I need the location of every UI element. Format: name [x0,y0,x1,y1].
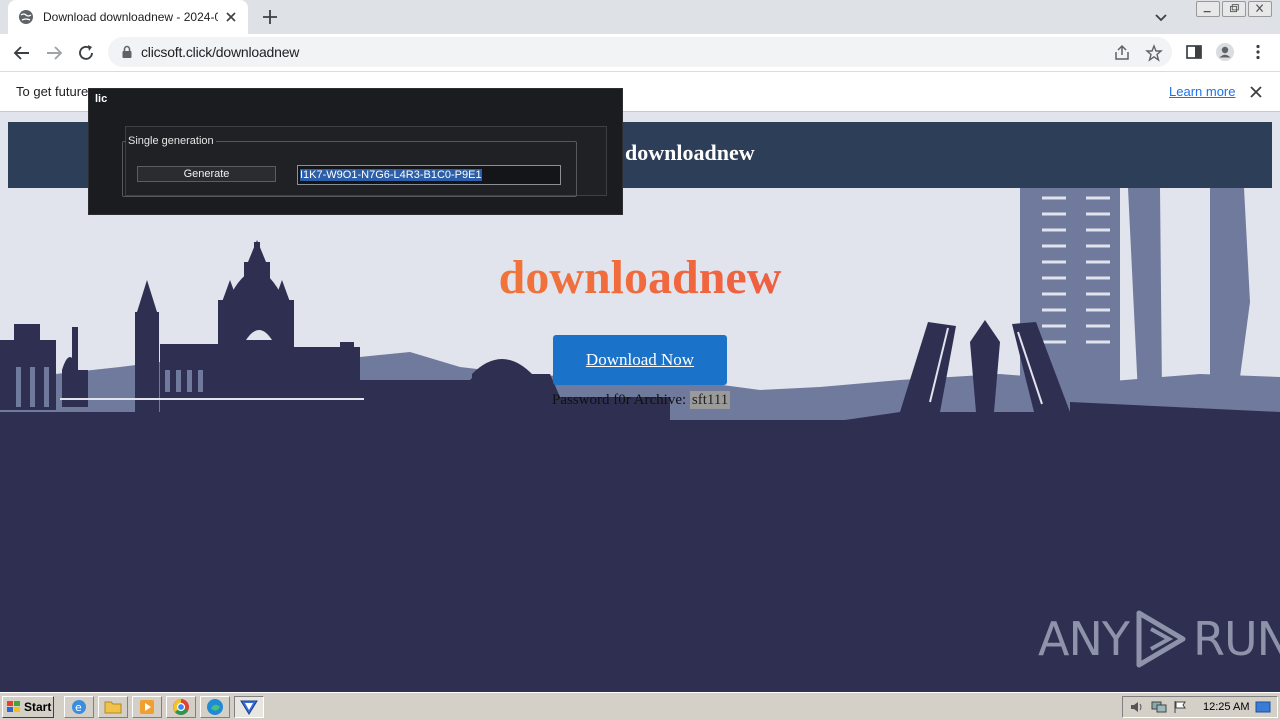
edge-icon [207,699,223,715]
taskbar-explorer[interactable] [98,696,128,718]
browser-tab[interactable]: Download downloadnew - 2024-01- [8,0,248,34]
generate-button[interactable]: Generate [137,166,276,182]
address-bar[interactable]: clicsoft.click/downloadnew [108,37,1172,67]
internet-explorer-icon: e [72,700,86,714]
media-player-icon [140,700,154,714]
info-bar-message: To get future [16,84,89,99]
window-controls [1196,1,1272,17]
profile-avatar-icon[interactable] [1215,42,1235,62]
globe-icon [19,10,33,24]
archive-password: Password f0r Archive: sft111 [552,391,731,409]
page-headline: downloadnew [0,250,1280,305]
taskbar: Start e 12:25 AM [0,692,1280,720]
group-label: Single generation [126,135,216,147]
site-name: downloadnew [625,140,755,165]
system-tray: 12:25 AM [1122,696,1278,718]
taskbar-chrome[interactable] [166,696,196,718]
volume-icon[interactable] [1129,700,1145,714]
chevron-down-icon[interactable] [1152,8,1170,26]
close-window-button[interactable] [1248,1,1272,17]
license-key-text: I1K7-W9O1-N7G6-L4R3-B1C0-P9E1 [300,169,482,181]
kebab-menu-icon[interactable] [1248,42,1268,62]
browser-toolbar: clicsoft.click/downloadnew [0,34,1280,71]
password-value[interactable]: sft111 [689,391,731,409]
headline-text: downloadnew [498,251,782,304]
tab-strip: Download downloadnew - 2024-01- [0,0,1280,34]
restore-button[interactable] [1222,1,1246,17]
watermark-left-text: ANY [1038,612,1130,666]
tab-title: Download downloadnew - 2024-01- [43,10,218,24]
reload-icon[interactable] [75,42,97,64]
start-label: Start [24,700,52,714]
play-logo-icon [1136,610,1186,668]
lock-icon[interactable] [120,45,134,59]
license-generator-window[interactable]: lic Single generation Generate I1K7-W9O1… [88,88,623,215]
url-text: clicsoft.click/downloadnew [141,44,300,60]
chrome-icon [173,699,189,715]
folder-icon [104,701,122,714]
svg-text:e: e [75,701,82,714]
learn-more-link[interactable]: Learn more [1169,84,1235,99]
close-icon[interactable] [1248,84,1264,100]
side-panel-icon[interactable] [1184,42,1204,62]
clock: 12:25 AM [1203,701,1250,713]
network-icon[interactable] [1151,700,1167,714]
taskbar-ie[interactable]: e [64,696,94,718]
bookmark-star-icon[interactable] [1145,44,1163,62]
flag-icon[interactable] [1173,700,1187,714]
windows-logo-icon [7,701,20,712]
show-desktop-icon[interactable] [1255,700,1271,714]
minimize-button[interactable] [1196,1,1220,17]
taskbar-edge[interactable] [200,696,230,718]
start-button[interactable]: Start [2,696,54,718]
watermark-right-text: RUN [1192,612,1280,666]
license-key-field[interactable]: I1K7-W9O1-N7G6-L4R3-B1C0-P9E1 [297,165,561,185]
download-now-button[interactable]: Download Now [553,335,727,385]
popup-title: lic [95,93,108,105]
back-icon[interactable] [11,42,33,64]
share-icon[interactable] [1113,44,1131,62]
new-tab-icon[interactable] [260,7,280,27]
triangle-app-icon [240,700,258,715]
taskbar-media-player[interactable] [132,696,162,718]
taskbar-active-app[interactable] [234,696,264,718]
password-label: Password f0r Archive: [552,392,687,408]
forward-icon[interactable] [43,42,65,64]
tab-close-icon[interactable] [223,9,239,25]
anyrun-watermark: ANY RUN [1038,609,1280,669]
